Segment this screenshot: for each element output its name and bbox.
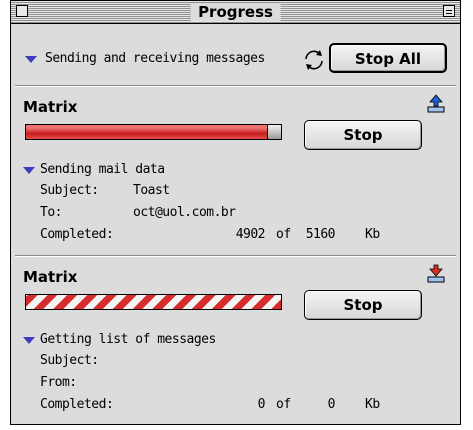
unit-label: Kb bbox=[365, 397, 380, 412]
from-label: From: bbox=[40, 375, 77, 390]
subject-label: Subject: bbox=[40, 183, 99, 198]
header-row: Sending and receiving messages Stop All bbox=[15, 29, 456, 83]
subject-label: Subject: bbox=[40, 353, 99, 368]
upload-arrow-icon bbox=[427, 94, 445, 113]
disclosure-triangle-icon[interactable] bbox=[23, 167, 35, 174]
completed-label: Completed: bbox=[40, 227, 114, 242]
of-label: of bbox=[276, 397, 291, 412]
completed-value: 0 bbox=[257, 397, 266, 412]
of-label: of bbox=[276, 227, 291, 242]
account-name: Matrix bbox=[23, 98, 78, 116]
unit-label: Kb bbox=[365, 227, 380, 242]
window-title: Progress bbox=[190, 3, 281, 21]
barber-pole-stripes bbox=[26, 295, 281, 309]
sync-icon bbox=[305, 50, 323, 70]
completed-label: Completed: bbox=[40, 397, 114, 412]
disclosure-triangle-icon[interactable] bbox=[25, 56, 37, 63]
task-section-upload: Matrix Stop Sending mail data Subject: T… bbox=[15, 85, 456, 254]
progress-bar-fill bbox=[26, 125, 269, 139]
total-value: 0 bbox=[327, 397, 336, 412]
subject-value: Toast bbox=[133, 183, 170, 198]
disclosure-triangle-icon[interactable] bbox=[23, 337, 35, 344]
stop-all-button[interactable]: Stop All bbox=[329, 43, 447, 73]
progress-bar-indeterminate bbox=[25, 294, 282, 310]
collapse-box[interactable] bbox=[443, 5, 455, 17]
progress-bar-remainder bbox=[267, 125, 281, 139]
total-value: 5160 bbox=[305, 227, 336, 242]
account-name: Matrix bbox=[23, 268, 78, 286]
progress-window: Progress Sending and receiving messages … bbox=[10, 0, 461, 425]
task-status: Getting list of messages bbox=[40, 332, 216, 347]
stop-button[interactable]: Stop bbox=[304, 120, 422, 150]
title-bar[interactable]: Progress bbox=[11, 1, 460, 24]
to-value: oct@uol.com.br bbox=[133, 205, 236, 220]
download-arrow-icon bbox=[427, 264, 445, 283]
header-label: Sending and receiving messages bbox=[45, 51, 265, 66]
task-section-download: Matrix Stop Getting list of messages Sub… bbox=[15, 255, 456, 424]
task-status: Sending mail data bbox=[40, 162, 165, 177]
progress-bar bbox=[25, 124, 282, 140]
to-label: To: bbox=[40, 205, 62, 220]
close-box[interactable] bbox=[16, 5, 28, 17]
stop-button[interactable]: Stop bbox=[304, 290, 422, 320]
completed-value: 4902 bbox=[235, 227, 266, 242]
